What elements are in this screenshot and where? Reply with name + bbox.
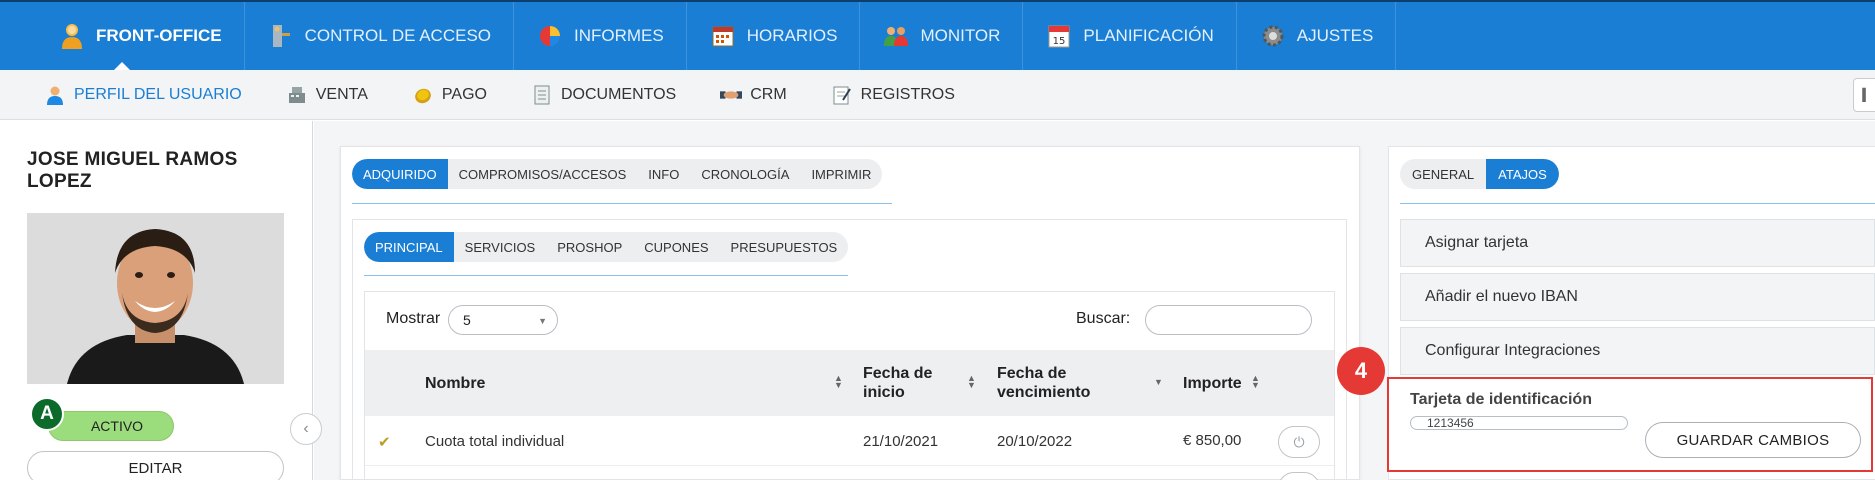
user-name: JOSE MIGUEL RAMOS LOPEZ	[27, 149, 238, 192]
column-header-fecha-inicio[interactable]: Fecha de inicio	[863, 350, 953, 416]
sub-tabs: PRINCIPAL SERVICIOS PROSHOP CUPONES PRES…	[364, 232, 849, 262]
subnav-label: REGISTROS	[860, 85, 955, 103]
column-header-importe[interactable]: Importe	[1183, 350, 1242, 416]
subnav-label: PAGO	[441, 85, 487, 103]
table-header: Nombre ▲ ▼ Fecha de inicio ▲ ▼ Fecha de ve…	[365, 350, 1334, 416]
svg-text:15: 15	[1053, 36, 1066, 47]
cell-importe: € 850,00	[1183, 432, 1242, 449]
sort-desc-icon[interactable]: ▼	[1154, 378, 1163, 387]
coin-icon	[412, 84, 434, 106]
tab-servicios[interactable]: SERVICIOS	[454, 232, 547, 262]
subnav-venta[interactable]: VENTA	[264, 84, 390, 106]
subnav-pago[interactable]: PAGO	[390, 84, 509, 106]
tabs-divider	[352, 203, 892, 204]
subnav-label: VENTA	[315, 85, 368, 103]
table-row[interactable]: Cuota total individual 21/10/2021 20/10/…	[365, 416, 1334, 466]
calendar-icon	[709, 22, 737, 50]
tab-principal[interactable]: PRINCIPAL	[364, 232, 454, 262]
right-tabs-divider	[1400, 203, 1875, 204]
column-header-fecha-vencimiento[interactable]: Fecha de vencimiento	[997, 350, 1117, 416]
user-icon	[44, 84, 66, 106]
tab-presupuestos[interactable]: PRESUPUESTOS	[720, 232, 849, 262]
subnav-documentos[interactable]: DOCUMENTOS	[509, 84, 698, 106]
nav-planificacion[interactable]: 15 PLANIFICACIÓN	[1023, 2, 1237, 70]
highlight-box	[1387, 377, 1873, 472]
subnav-label: DOCUMENTOS	[560, 85, 677, 103]
subnav-label: CRM	[750, 85, 787, 103]
nav-front-office[interactable]: FRONT-OFFICE	[0, 2, 245, 71]
row-action-button[interactable]: ⏻	[1278, 426, 1320, 458]
search-input[interactable]	[1145, 305, 1312, 335]
shortcut-anadir-iban[interactable]: Añadir el nuevo IBAN	[1400, 273, 1875, 321]
tab-cupones[interactable]: CUPONES	[633, 232, 719, 262]
show-entries-select[interactable]: 5 ▼	[448, 305, 558, 335]
sort-icon[interactable]: ▲ ▼	[1251, 374, 1260, 390]
nav-monitor[interactable]: MONITOR	[860, 2, 1024, 70]
nav-label: CONTROL DE ACCESO	[304, 26, 492, 45]
nav-label: PLANIFICACIÓN	[1083, 26, 1214, 45]
nav-label: MONITOR	[920, 26, 1001, 45]
subnav-perfil[interactable]: PERFIL DEL USUARIO	[0, 84, 264, 106]
right-tabs: GENERAL ATAJOS	[1400, 159, 1559, 189]
tab-proshop[interactable]: PROSHOP	[546, 232, 633, 262]
turnstile-icon	[267, 22, 295, 50]
collapse-panel-button[interactable]: ‹	[290, 413, 322, 445]
nav-label: INFORMES	[574, 26, 664, 45]
subnav-registros[interactable]: REGISTROS	[809, 84, 977, 106]
show-entries-label: Mostrar	[386, 310, 441, 327]
column-header-nombre[interactable]: Nombre	[425, 350, 485, 416]
pin-icon: ▍	[1862, 88, 1872, 102]
tab-compromisos[interactable]: COMPROMISOS/ACCESOS	[448, 159, 638, 189]
subtabs-divider	[364, 275, 848, 276]
search-label: Buscar:	[1076, 310, 1131, 327]
cell-fecha-vencimiento: 20/10/2022	[997, 432, 1073, 450]
pie-chart-icon	[536, 22, 564, 50]
user-icon	[58, 22, 86, 50]
nav-control-acceso[interactable]: CONTROL DE ACCESO	[245, 2, 515, 70]
subnav-crm[interactable]: CRM	[698, 84, 808, 106]
sub-navigation: PERFIL DEL USUARIO VENTA PAGO DOCUMENTOS…	[0, 70, 1875, 120]
people-icon	[882, 22, 910, 50]
gear-icon	[1259, 22, 1287, 50]
subnav-label: PERFIL DEL USUARIO	[74, 85, 242, 103]
annotation-marker: 4	[1337, 347, 1385, 395]
nav-informes[interactable]: INFORMES	[514, 2, 687, 70]
profile-panel: JOSE MIGUEL RAMOS LOPEZ A ACTIVO EDITAR	[0, 121, 313, 480]
shortcut-asignar-tarjeta[interactable]: Asignar tarjeta	[1400, 219, 1875, 267]
cell-fecha-inicio: 21/10/2021	[863, 432, 939, 450]
nav-ajustes[interactable]: AJUSTES	[1237, 2, 1397, 70]
nav-label: HORARIOS	[746, 26, 838, 45]
tab-adquirido[interactable]: ADQUIRIDO	[352, 159, 448, 189]
chevron-left-icon: ‹	[303, 420, 309, 437]
tab-info[interactable]: INFO	[637, 159, 690, 189]
pin-button[interactable]: ▍	[1853, 78, 1875, 112]
cell-nombre: Cuota total individual	[425, 432, 565, 450]
shortcut-configurar-integraciones[interactable]: Configurar Integraciones	[1400, 327, 1875, 375]
calendar-date-icon: 15	[1045, 22, 1073, 50]
nav-label: AJUSTES	[1296, 26, 1374, 45]
nav-label: FRONT-OFFICE	[96, 26, 222, 45]
status-badge: ACTIVO	[48, 411, 174, 441]
main-tabs: ADQUIRIDO COMPROMISOS/ACCESOS INFO CRONO…	[352, 159, 883, 189]
handshake-icon	[720, 84, 743, 106]
tab-atajos[interactable]: ATAJOS	[1486, 159, 1559, 189]
edit-button[interactable]: EDITAR	[27, 451, 284, 480]
top-navigation: FRONT-OFFICE CONTROL DE ACCESO INFORMES …	[0, 0, 1875, 71]
tab-imprimir[interactable]: IMPRIMIR	[800, 159, 882, 189]
membership-badge: A	[30, 397, 64, 431]
document-icon	[531, 84, 553, 106]
checkmark-icon: ✔	[378, 434, 391, 451]
cash-register-icon	[286, 84, 308, 106]
tab-general[interactable]: GENERAL	[1400, 159, 1486, 189]
sort-icon[interactable]: ▲ ▼	[834, 374, 843, 390]
notepad-icon	[831, 84, 853, 106]
sort-icon[interactable]: ▲ ▼	[967, 374, 976, 390]
nav-horarios[interactable]: HORARIOS	[687, 2, 861, 70]
chevron-down-icon: ▼	[538, 316, 547, 326]
power-icon: ⏻	[1293, 433, 1305, 450]
user-photo	[27, 213, 284, 384]
show-entries-value: 5	[463, 312, 471, 328]
tab-cronologia[interactable]: CRONOLOGÍA	[690, 159, 800, 189]
